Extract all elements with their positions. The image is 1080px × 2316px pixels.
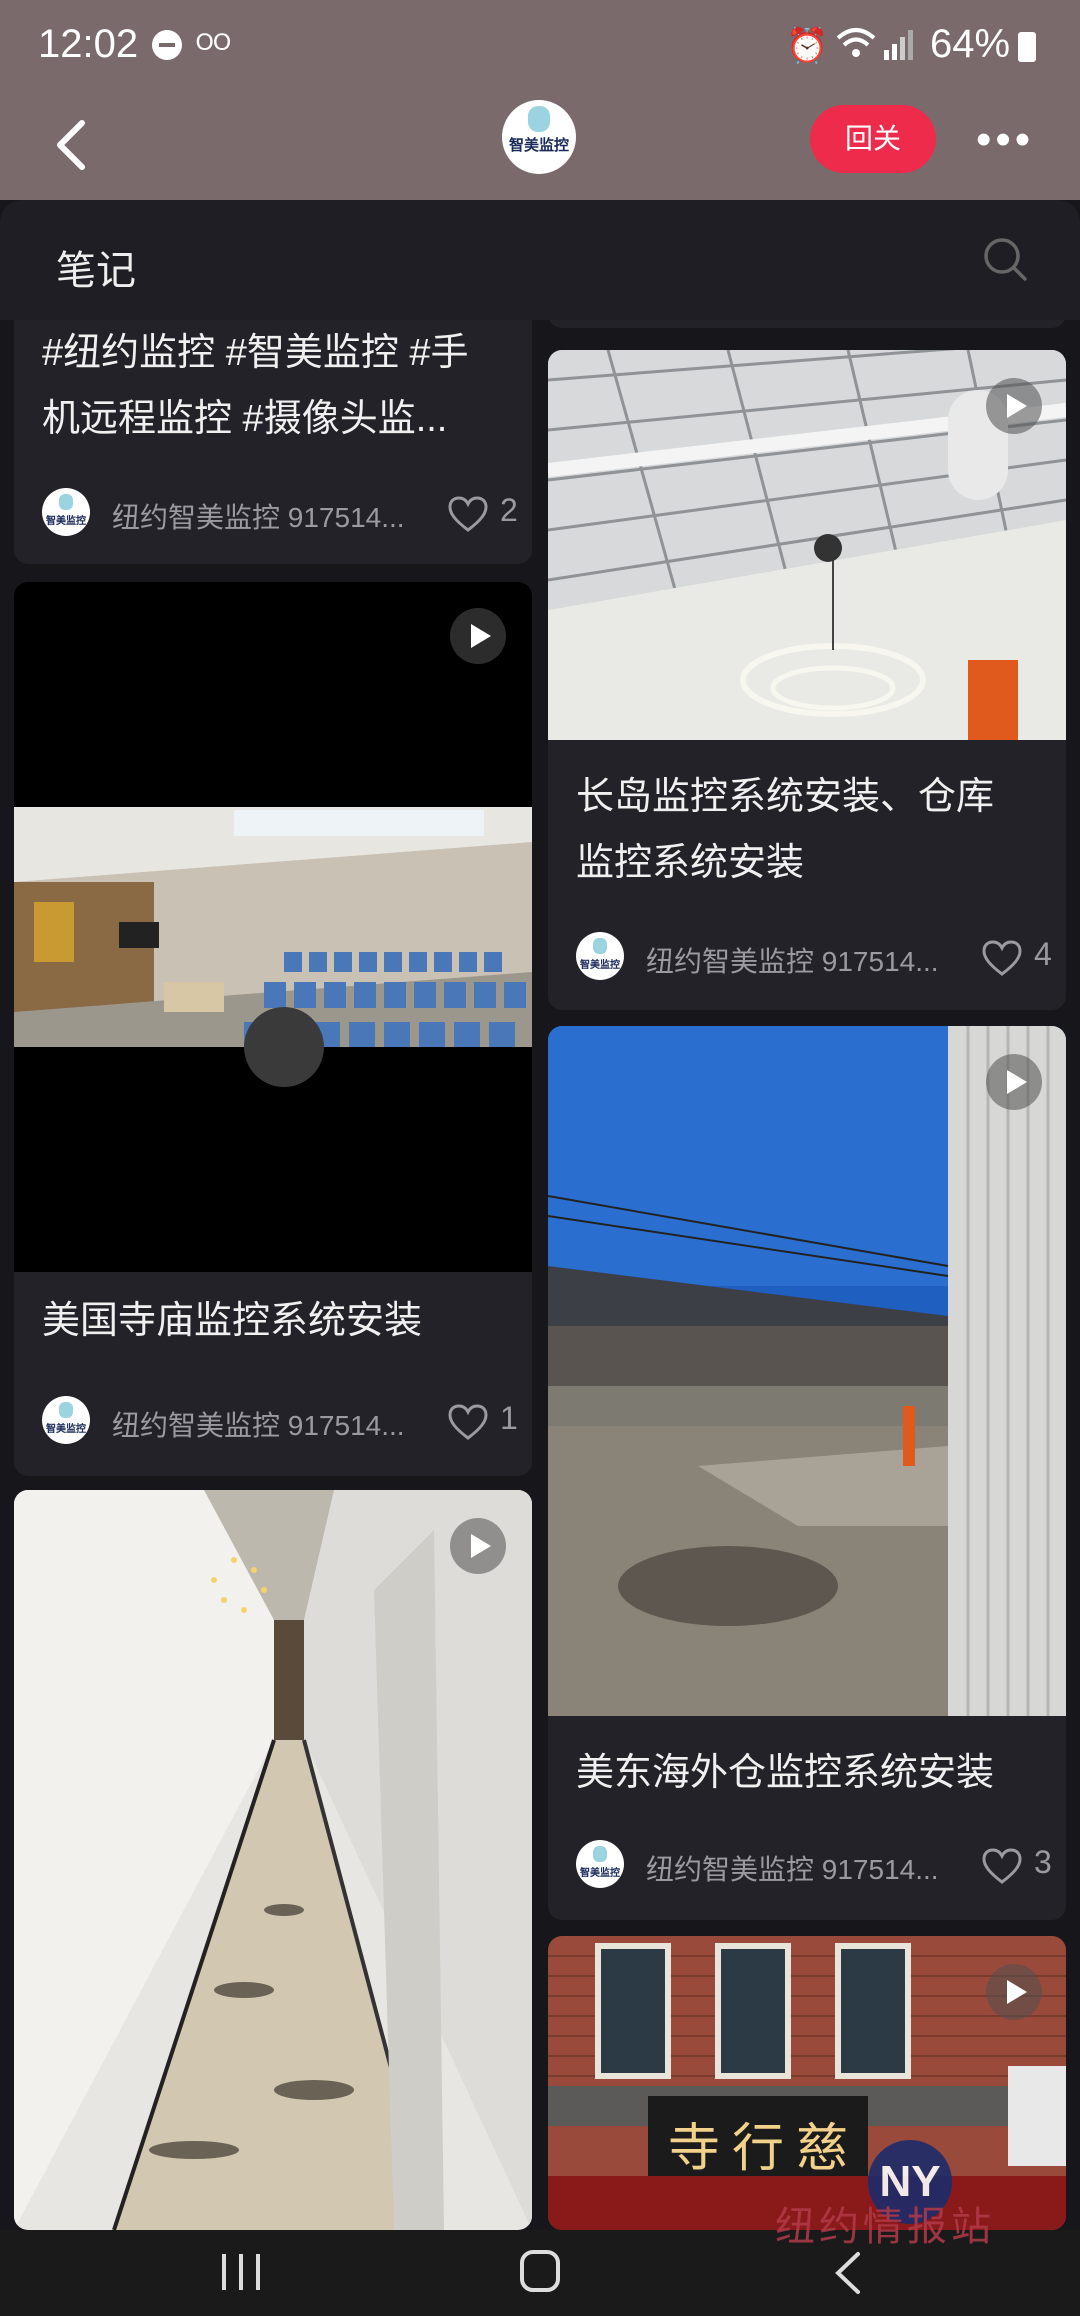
note-caption: 美东海外仓监控系统安装 (576, 1752, 995, 1794)
heart-icon[interactable] (982, 940, 1022, 978)
signal-icon (884, 30, 913, 60)
wifi-icon (836, 28, 876, 57)
logo-text: 智美监控 (508, 137, 569, 154)
note-meta: 智美监控 纽约智美监控 917514... 2 (42, 486, 522, 540)
author-name: 纽约智美监控 917514... (112, 502, 405, 533)
author-avatar: 智美监控 (42, 1396, 90, 1444)
author-avatar: 智美监控 (42, 488, 90, 536)
sheet-header: 笔记 (0, 200, 1080, 320)
note-caption: 监控系统安装 (576, 842, 805, 884)
camera-icon (593, 938, 607, 954)
author-name: 纽约智美监控 917514... (646, 1854, 939, 1885)
search-icon[interactable] (982, 236, 1028, 282)
avatar-text: 智美监控 (580, 960, 620, 971)
note-card[interactable] (14, 1490, 532, 2230)
note-caption: 长岛监控系统安装、仓库 (576, 776, 995, 818)
camera-icon (528, 106, 550, 132)
home-icon[interactable] (520, 2250, 560, 2292)
watermark-text: 纽约情报站 (775, 2205, 995, 2249)
more-options-icon[interactable]: ••• (976, 118, 1034, 162)
author-name: 纽约智美监控 917514... (112, 1410, 405, 1441)
author-avatar: 智美监控 (576, 932, 624, 980)
top-nav: 智美监控 回关 ••• (0, 95, 1080, 200)
heart-icon[interactable] (448, 1404, 488, 1442)
author-avatar: 智美监控 (576, 1840, 624, 1888)
follow-back-button[interactable]: 回关 (810, 105, 936, 173)
note-caption: 机远程监控 #摄像头监... (42, 398, 448, 440)
battery-icon (1018, 32, 1036, 62)
note-image (14, 1490, 532, 2230)
storefront-sign-text: 寺行慈 (668, 2119, 861, 2179)
play-icon (986, 378, 1042, 434)
back-icon[interactable] (830, 2250, 866, 2296)
play-icon (986, 1964, 1042, 2020)
status-time: 12:02 (38, 22, 139, 66)
note-card[interactable]: 美东海外仓监控系统安装 智美监控 纽约智美监控 917514... 3 (548, 1026, 1066, 1920)
like-count: 3 (1034, 1844, 1052, 1880)
profile-logo[interactable]: 智美监控 (502, 100, 576, 174)
avatar-text: 智美监控 (46, 1424, 86, 1435)
like-count: 1 (500, 1400, 518, 1436)
camera-icon (593, 1846, 607, 1862)
camera-icon (59, 494, 73, 510)
like-count: 2 (500, 492, 518, 528)
note-caption: #纽约监控 #智美监控 #手 (42, 332, 469, 374)
heart-icon[interactable] (448, 496, 488, 534)
note-image (14, 582, 532, 1272)
note-card[interactable]: #纽约监控 #智美监控 #手 机远程监控 #摄像头监... 智美监控 纽约智美监… (14, 280, 532, 564)
note-meta: 智美监控 纽约智美监控 917514... 3 (576, 1838, 1056, 1892)
like-count: 4 (1034, 936, 1052, 972)
do-not-disturb-icon (152, 30, 182, 60)
battery-percent: 64% (930, 22, 1011, 66)
camera-icon (59, 1402, 73, 1418)
recent-apps-icon[interactable] (218, 2252, 264, 2292)
author-name: 纽约智美监控 917514... (646, 946, 939, 977)
heart-icon[interactable] (982, 1848, 1022, 1886)
note-card[interactable]: 长岛监控系统安装、仓库 监控系统安装 智美监控 纽约智美监控 917514...… (548, 350, 1066, 1010)
play-icon (450, 608, 506, 664)
avatar-text: 智美监控 (580, 1868, 620, 1879)
status-bar: 12:02 ᴼᴼ ⏰ 64% (0, 0, 1080, 95)
back-arrow-icon[interactable] (44, 115, 104, 175)
sheet-title: 笔记 (56, 249, 136, 293)
play-icon (986, 1054, 1042, 1110)
note-meta: 智美监控 纽约智美监控 917514... 1 (42, 1394, 522, 1448)
play-icon (450, 1518, 506, 1574)
notes-sheet: 笔记 #纽约监控 #智美监控 #手 机远程监控 #摄像头监... 智美监控 纽约… (0, 200, 1080, 2230)
note-card[interactable]: 寺行慈 (548, 1936, 1066, 2230)
note-meta: 智美监控 纽约智美监控 917514... 4 (576, 930, 1056, 984)
voicemail-icon: ᴼᴼ (196, 28, 231, 66)
note-image (548, 1026, 1066, 1716)
note-caption: 美国寺庙监控系统安装 (42, 1300, 423, 1342)
note-card[interactable]: 美国寺庙监控系统安装 智美监控 纽约智美监控 917514... 1 (14, 582, 532, 1476)
avatar-text: 智美监控 (46, 516, 86, 527)
alarm-icon: ⏰ (786, 27, 829, 65)
